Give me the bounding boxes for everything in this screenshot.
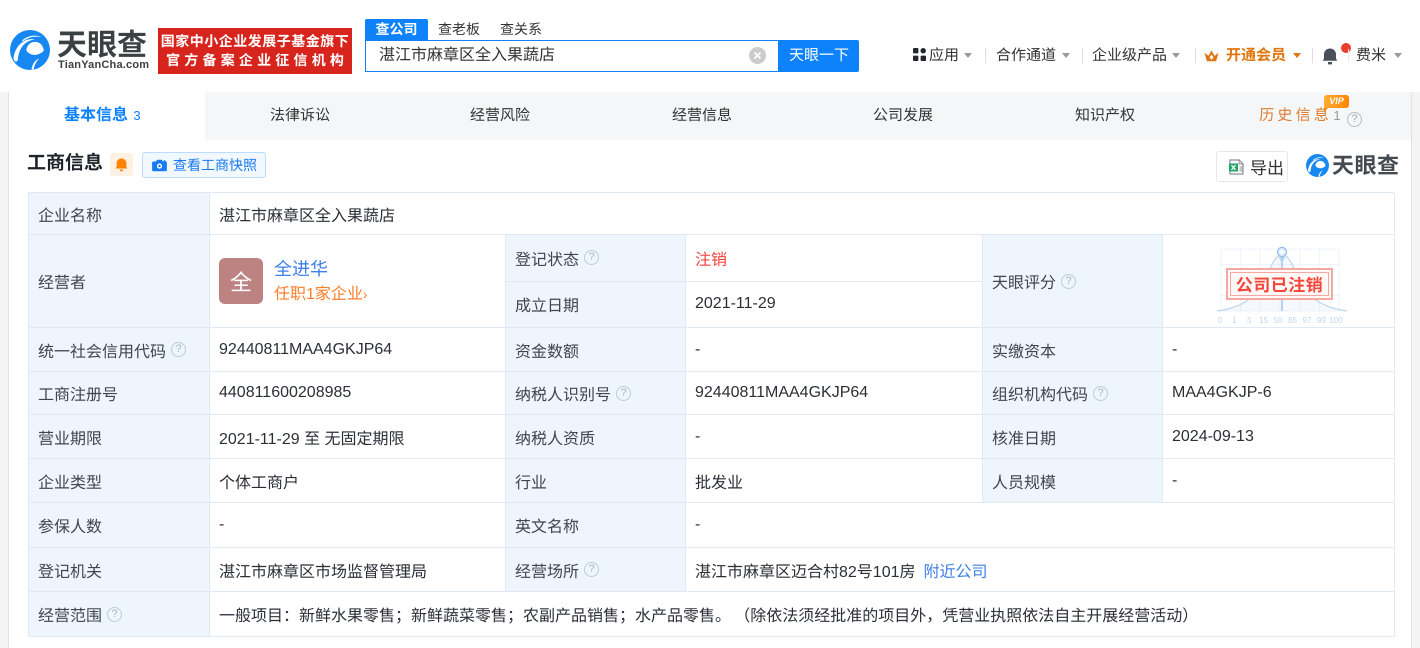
svg-text:99: 99 xyxy=(1317,316,1326,325)
svg-text:97: 97 xyxy=(1303,316,1312,325)
svg-text:3: 3 xyxy=(1247,316,1252,325)
svg-text:100: 100 xyxy=(1329,316,1343,325)
svg-text:85: 85 xyxy=(1288,316,1297,325)
svg-text:15: 15 xyxy=(1259,316,1268,325)
svg-text:50: 50 xyxy=(1274,316,1283,325)
svg-text:1: 1 xyxy=(1232,316,1237,325)
svg-text:0: 0 xyxy=(1218,316,1223,325)
